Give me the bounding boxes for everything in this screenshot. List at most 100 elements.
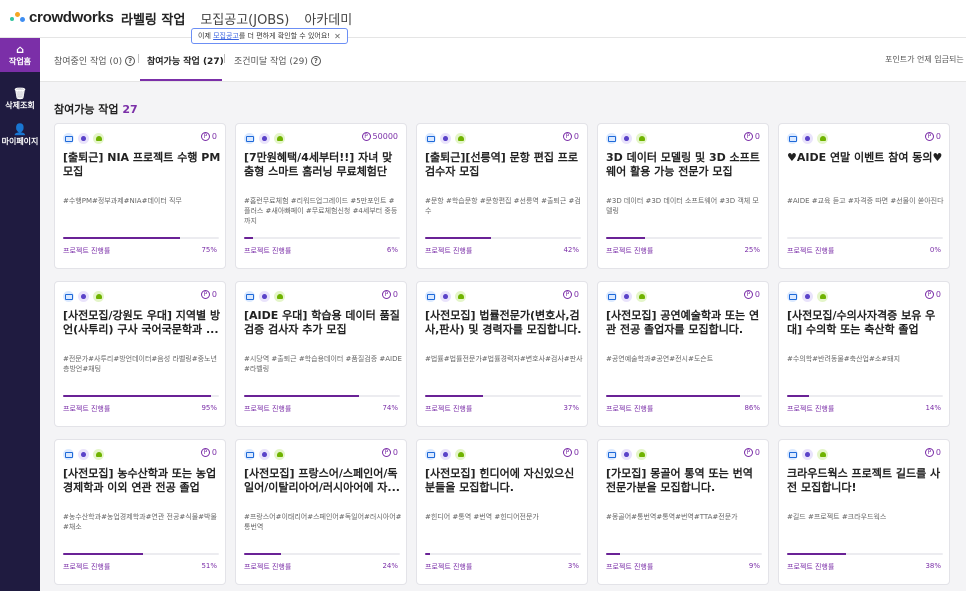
progress-bar [787, 237, 943, 239]
points-value: 0 [754, 132, 760, 141]
reward-points: P0 [562, 290, 579, 299]
task-card[interactable]: P 0 [출퇴근] NIA 프로젝트 수행 PM 모집 #수행PM#정부과제#NIA#… [54, 123, 226, 269]
task-card[interactable]: P 0 [사전모집] 법률전문가(변호사,검사,판사) 및 경력자를 모집합니다. #… [416, 281, 588, 427]
reward-points: P0 [743, 132, 760, 141]
card-title[interactable]: [AIDE 우대] 학습용 데이터 품질 검증 검사자 추가 모집 [244, 309, 402, 337]
help-icon[interactable]: ? [310, 55, 321, 66]
reward-points: P0 [381, 448, 398, 457]
task-card[interactable]: P 0 ♥AIDE 연말 이벤트 참여 동의♥ #AIDE #교육 듣고 #자격증 따… [778, 123, 950, 269]
task-card[interactable]: P 0 [사전모집] 프랑스어/스페인어/독일어/이탈리아어/러시아어에 자... #… [235, 439, 407, 585]
tooltip-close-icon[interactable]: ✕ [334, 32, 341, 41]
card-title[interactable]: 3D 데이터 모델링 및 3D 소프트웨어 활용 가능 전문가 모집 [606, 151, 764, 179]
point-deposit-link[interactable]: 포인트가 언제 입금되는 [885, 54, 964, 65]
sidebar-item-delete-history[interactable]: 🗑 삭제조회 [0, 82, 40, 116]
nav-labeling-work[interactable]: 라벨링 작업 [121, 9, 185, 28]
card-title[interactable]: 크라우드웍스 프로젝트 길드를 사전 모집합니다! [787, 467, 945, 495]
progress-fill [787, 553, 847, 555]
task-card[interactable]: P0 [사전모집/수의사자격증 보유 우대] 수의학 또는 축산학 졸업자/...… [778, 281, 950, 427]
card-tags: #AIDE #교육 듣고 #자격증 따면 #선물이 쏟아진다 [787, 197, 944, 205]
progress-value: 0% [929, 246, 941, 254]
help-icon[interactable]: ? [125, 55, 136, 66]
android-icon [636, 449, 647, 460]
progress-fill [63, 237, 180, 239]
nav-academy[interactable]: 아카데미 [304, 9, 352, 28]
logo-text: crowdworks [29, 9, 114, 26]
point-icon: P [743, 448, 753, 457]
task-card[interactable]: P 0 크라우드웍스 프로젝트 길드를 사전 모집합니다! #길드 #프로젝트 #크라… [778, 439, 950, 585]
point-icon: P [743, 132, 753, 141]
sidebar-item-mypage[interactable]: 👤 마이페이지 [0, 118, 40, 152]
task-card[interactable]: P 0 3D 데이터 모델링 및 3D 소프트웨어 활용 가능 전문가 모집 #3D … [597, 123, 769, 269]
card-tags: #프랑스어#이태리어#스페인어#독일어#러시아어#통번역 [244, 513, 402, 531]
reward-points: P0 [200, 448, 217, 457]
card-title[interactable]: [사전모집/강원도 우대] 지역별 방언(사투리) 구사 국어국문학과 ... [63, 309, 221, 337]
tab-in-progress[interactable]: 참여중인 작업 (0)? [54, 54, 136, 67]
task-card[interactable]: P 0 [AIDE 우대] 학습용 데이터 품질 검증 검사자 추가 모집 #시당역 … [235, 281, 407, 427]
platform-icons [425, 133, 466, 144]
progress-value: 3% [567, 562, 579, 570]
pc-icon [63, 291, 74, 302]
apple-icon [78, 291, 89, 302]
android-icon [274, 291, 285, 302]
progress-fill [244, 553, 282, 555]
sidebar-item-work-home[interactable]: ⌂ 작업홈 [0, 38, 40, 72]
card-title[interactable]: [7만원혜택/4세부터!!] 자녀 맞춤형 스마트 홈러닝 무료체험단 모... [244, 151, 402, 179]
reward-points: P0 [200, 290, 217, 299]
point-icon: P [361, 132, 371, 141]
nav-jobs[interactable]: 모집공고(JOBS) [200, 9, 289, 28]
home-icon: ⌂ [16, 42, 24, 56]
android-icon [636, 133, 647, 144]
task-card[interactable]: P0 [사전모집] 농수산학과 또는 농업경제학과 이외 연관 전공 졸업자...… [54, 439, 226, 585]
platform-icons [425, 449, 466, 460]
card-title[interactable]: [사전모집] 농수산학과 또는 농업경제학과 이외 연관 전공 졸업자... [63, 467, 221, 495]
card-title[interactable]: ♥AIDE 연말 이벤트 참여 동의♥ [787, 151, 945, 165]
card-title[interactable]: [사전모집] 힌디어에 자신있으신 분들을 모집합니다. [425, 467, 583, 495]
platform-icons [244, 449, 285, 460]
card-title[interactable]: [출퇴근][선릉역] 문항 편집 프로 검수자 모집 [425, 151, 583, 179]
platform-icons [244, 291, 285, 302]
task-card[interactable]: P 0 [사전모집] 공연예술학과 또는 연관 전공 졸업자를 모집합니다. #공연예… [597, 281, 769, 427]
jobs-tooltip: 이제 모집공고를 더 편하게 확인할 수 있어요! ✕ [191, 28, 348, 44]
card-title[interactable]: [가모집] 몽골어 통역 또는 번역 전문가분을 모집합니다. [606, 467, 764, 495]
tab-available[interactable]: 참여가능 작업 (27) [147, 54, 224, 67]
platform-icons [63, 133, 104, 144]
card-title[interactable]: [사전모집] 프랑스어/스페인어/독일어/이탈리아어/러시아어에 자... [244, 467, 402, 495]
reward-points: P 50000 [361, 132, 398, 141]
progress-label: 프로젝트 진행률 [787, 563, 835, 571]
progress-fill [606, 553, 621, 555]
progress-value: 75% [201, 246, 217, 254]
points-value: 0 [935, 132, 941, 141]
points-value: 0 [211, 290, 217, 299]
tooltip-highlight[interactable]: 모집공고 [213, 32, 239, 40]
apple-icon [259, 291, 270, 302]
crowdworks-logo[interactable]: crowdworks [10, 9, 114, 26]
platform-icons [787, 291, 828, 302]
card-title[interactable]: [사전모집/수의사자격증 보유 우대] 수의학 또는 축산학 졸업자/... [787, 309, 945, 337]
sidebar-item-label: 작업홈 [8, 56, 32, 66]
progress-label: 프로젝트 진행률 [244, 563, 292, 571]
platform-icons [787, 133, 828, 144]
tab-label: 조건미달 작업 (29) [234, 57, 308, 67]
task-card[interactable]: P 0 [사전모집/강원도 우대] 지역별 방언(사투리) 구사 국어국문학과 ..… [54, 281, 226, 427]
card-tags: #문항 #학습문항 #문항편집 #선릉역 #출퇴근 #검수 [425, 197, 581, 215]
tab-ineligible[interactable]: 조건미달 작업 (29)? [234, 54, 321, 67]
card-title[interactable]: [사전모집] 공연예술학과 또는 연관 전공 졸업자를 모집합니다. [606, 309, 764, 337]
progress-label: 프로젝트 진행률 [606, 563, 654, 571]
task-card[interactable]: P 0 [사전모집] 힌디어에 자신있으신 분들을 모집합니다. #힌디어 #통역 #… [416, 439, 588, 585]
section-title: 참여가능 작업 27 [54, 101, 138, 117]
section-title-text: 참여가능 작업 [54, 103, 119, 116]
card-title[interactable]: [출퇴근] NIA 프로젝트 수행 PM 모집 [63, 151, 221, 179]
apple-icon [802, 291, 813, 302]
progress-bar [63, 237, 219, 239]
card-tags: #전문가#사투리#방언데이터#음성 라벨링#중노년층방언#채팅 [63, 355, 217, 373]
card-tags: #몽골어#통번역#통역#번역#TTA#전문가 [606, 513, 738, 521]
point-icon: P [924, 448, 934, 457]
task-card[interactable]: P 50000 [7만원혜택/4세부터!!] 자녀 맞춤형 스마트 홈러닝 무료체험… [235, 123, 407, 269]
progress-value: 42% [563, 246, 579, 254]
card-tags: #수의학#반려동물#축산업#소#돼지 [787, 355, 901, 363]
task-card[interactable]: P 0 [가모집] 몽골어 통역 또는 번역 전문가분을 모집합니다. #몽골어#통번… [597, 439, 769, 585]
points-value: 0 [935, 290, 941, 299]
task-card[interactable]: P 0 [출퇴근][선릉역] 문항 편집 프로 검수자 모집 #문항 #학습문항 #문… [416, 123, 588, 269]
card-title[interactable]: [사전모집] 법률전문가(변호사,검사,판사) 및 경력자를 모집합니다. [425, 309, 583, 337]
point-icon: P [924, 132, 934, 141]
